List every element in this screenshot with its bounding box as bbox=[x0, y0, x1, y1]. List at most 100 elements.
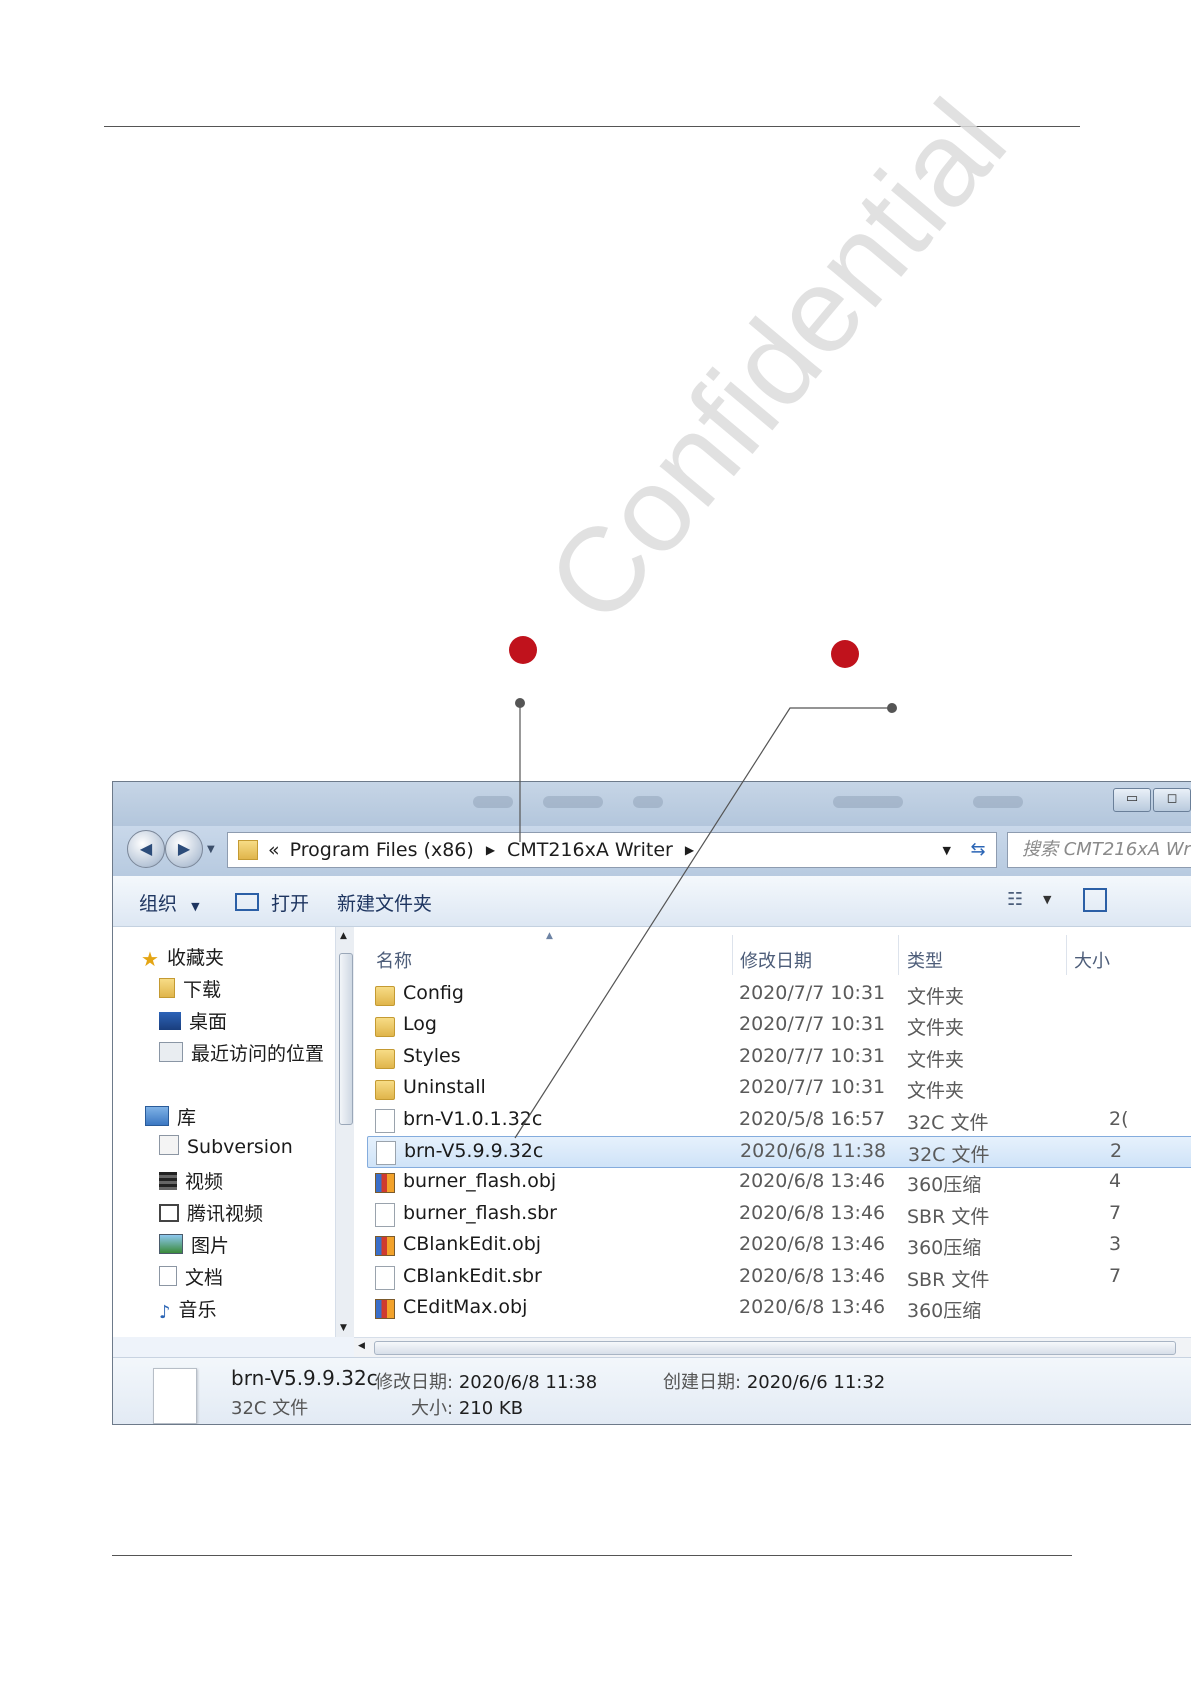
details-pane: brn-V5.9.9.32c 32C 文件 修改日期: 2020/6/8 11:… bbox=[113, 1357, 1191, 1424]
file-row[interactable]: Config 2020/7/7 10:31 文件夹 bbox=[367, 979, 1191, 1009]
breadcrumb-chevron-icon[interactable]: ▶ bbox=[685, 843, 694, 857]
refresh-button[interactable]: ⇆ bbox=[960, 832, 997, 868]
file-row[interactable]: Log 2020/7/7 10:31 文件夹 bbox=[367, 1010, 1191, 1040]
file-name: Styles bbox=[403, 1044, 461, 1067]
file-type: SBR 文件 bbox=[907, 1205, 990, 1228]
new-folder-button[interactable]: 新建文件夹 bbox=[337, 889, 432, 916]
file-date: 2020/6/8 13:46 bbox=[739, 1264, 886, 1287]
nav-label: 文档 bbox=[185, 1267, 224, 1289]
nav-documents[interactable]: 文档 bbox=[159, 1263, 223, 1290]
file-date: 2020/7/7 10:31 bbox=[739, 1044, 886, 1067]
organize-button[interactable]: 组织 ▼ bbox=[139, 889, 200, 916]
nav-label: 图片 bbox=[191, 1235, 230, 1257]
recent-pages-dropdown-icon[interactable]: ▼ bbox=[207, 844, 215, 855]
nav-desktop[interactable]: 桌面 bbox=[159, 1007, 227, 1034]
address-bar[interactable]: « Program Files (x86) ▶ CMT216xA Writer … bbox=[227, 832, 962, 868]
file-row[interactable]: Styles 2020/7/7 10:31 文件夹 bbox=[367, 1042, 1191, 1072]
breadcrumb-item[interactable]: CMT216xA Writer bbox=[507, 839, 673, 861]
details-filename: brn-V5.9.9.32c bbox=[231, 1366, 378, 1390]
maximize-button[interactable]: ◻ bbox=[1153, 788, 1191, 812]
archive-icon bbox=[375, 1236, 395, 1257]
view-dropdown-icon[interactable]: ▼ bbox=[1043, 893, 1051, 906]
folder-icon bbox=[375, 986, 395, 1006]
address-dropdown-icon[interactable]: ▼ bbox=[943, 844, 951, 857]
file-row[interactable]: CBlankEdit.sbr 2020/6/8 13:46 SBR 文件 7 bbox=[367, 1262, 1191, 1292]
view-options-icon[interactable]: ☷ bbox=[1007, 889, 1023, 910]
column-header-name[interactable]: 名称 bbox=[376, 947, 412, 973]
file-name: Log bbox=[403, 1013, 437, 1036]
nav-libraries[interactable]: 库 bbox=[145, 1103, 196, 1130]
open-button[interactable]: 打开 bbox=[235, 889, 309, 916]
file-row[interactable]: brn-V5.9.9.32c 2020/6/8 11:38 32C 文件 2 bbox=[367, 1136, 1191, 1168]
column-header-date[interactable]: 修改日期 bbox=[740, 947, 812, 973]
nav-downloads[interactable]: 下载 bbox=[159, 975, 221, 1002]
nav-pictures[interactable]: 图片 bbox=[159, 1231, 229, 1258]
file-row[interactable]: brn-V1.0.1.32c 2020/5/8 16:57 32C 文件 2( bbox=[367, 1105, 1191, 1135]
file-row[interactable]: burner_flash.sbr 2020/6/8 13:46 SBR 文件 7 bbox=[367, 1199, 1191, 1229]
modified-label: 修改日期: bbox=[375, 1372, 454, 1393]
footer-rule bbox=[112, 1555, 1072, 1556]
preview-pane-icon[interactable] bbox=[1083, 888, 1107, 912]
breadcrumb-item[interactable]: Program Files (x86) bbox=[290, 839, 474, 861]
file-row[interactable]: burner_flash.obj 2020/6/8 13:46 360压缩 4 bbox=[367, 1167, 1191, 1197]
scroll-left-icon[interactable]: ◀ bbox=[358, 1341, 365, 1351]
recent-places-icon bbox=[159, 1042, 183, 1062]
created-value: 2020/6/6 11:32 bbox=[746, 1372, 886, 1393]
file-type: 文件夹 bbox=[907, 1048, 965, 1071]
callout-dot-1 bbox=[515, 698, 525, 708]
nav-tencent-video[interactable]: 腾讯视频 bbox=[159, 1199, 263, 1226]
nav-label: 腾讯视频 bbox=[187, 1203, 264, 1225]
nav-label: Subversion bbox=[187, 1136, 293, 1158]
breadcrumb-overflow[interactable]: « bbox=[268, 839, 280, 861]
file-icon bbox=[376, 1141, 396, 1165]
nav-subversion[interactable]: Subversion bbox=[159, 1135, 293, 1158]
file-row[interactable]: CBlankEdit.obj 2020/6/8 13:46 360压缩 3 bbox=[367, 1230, 1191, 1260]
file-name: burner_flash.obj bbox=[403, 1170, 557, 1193]
callout-dot-2 bbox=[887, 703, 897, 713]
search-input[interactable]: 搜索 CMT216xA Writer bbox=[1007, 832, 1191, 868]
header-rule bbox=[104, 126, 1080, 127]
organize-label: 组织 bbox=[139, 893, 178, 915]
back-button[interactable]: ◀ bbox=[127, 830, 165, 868]
minimize-button[interactable]: ▭ bbox=[1113, 788, 1151, 812]
details-created: 创建日期: 2020/6/6 11:32 bbox=[663, 1368, 885, 1394]
scrollbar-thumb[interactable] bbox=[374, 1341, 1176, 1355]
nav-favorites[interactable]: ★ 收藏夹 bbox=[141, 943, 224, 971]
breadcrumb-chevron-icon[interactable]: ▶ bbox=[486, 843, 495, 857]
library-icon bbox=[145, 1106, 169, 1126]
nav-videos[interactable]: 视频 bbox=[159, 1167, 223, 1194]
file-name: brn-V5.9.9.32c bbox=[404, 1140, 544, 1162]
scroll-down-icon[interactable]: ▼ bbox=[340, 1323, 347, 1333]
file-date: 2020/6/8 11:38 bbox=[740, 1140, 887, 1162]
scroll-up-icon[interactable]: ▲ bbox=[340, 931, 347, 941]
file-type: 文件夹 bbox=[907, 1017, 965, 1040]
details-size: 大小: 210 KB bbox=[411, 1394, 523, 1420]
subversion-icon bbox=[159, 1135, 179, 1155]
nav-recent-places[interactable]: 最近访问的位置 bbox=[159, 1039, 324, 1066]
navigation-scrollbar[interactable]: ▲ ▼ bbox=[335, 927, 354, 1337]
nav-music[interactable]: ♪ 音乐 bbox=[159, 1295, 217, 1323]
file-list: 名称 ▲ 修改日期 类型 大小 Config 2020/7/7 10:31 文件夹 L… bbox=[354, 927, 1191, 1337]
column-header-size[interactable]: 大小 bbox=[1074, 947, 1110, 973]
forward-button[interactable]: ▶ bbox=[165, 830, 203, 868]
file-type: 360压缩 bbox=[907, 1174, 982, 1197]
desktop-icon bbox=[159, 1012, 181, 1030]
nav-label: 视频 bbox=[185, 1171, 224, 1193]
file-date: 2020/6/8 13:46 bbox=[739, 1170, 886, 1193]
file-date: 2020/7/7 10:31 bbox=[739, 982, 886, 1004]
archive-icon bbox=[375, 1299, 395, 1319]
documents-icon bbox=[159, 1266, 177, 1286]
column-header-type[interactable]: 类型 bbox=[907, 947, 943, 973]
file-list-scrollbar[interactable]: ◀ bbox=[354, 1337, 1191, 1358]
modified-value: 2020/6/8 11:38 bbox=[458, 1372, 598, 1393]
file-row[interactable]: Uninstall 2020/7/7 10:31 文件夹 bbox=[367, 1073, 1191, 1103]
pictures-icon bbox=[159, 1234, 183, 1254]
sort-arrow-icon: ▲ bbox=[546, 931, 553, 941]
chevron-down-icon: ▼ bbox=[191, 900, 200, 913]
details-modified: 修改日期: 2020/6/8 11:38 bbox=[375, 1368, 597, 1394]
file-icon bbox=[375, 1202, 395, 1227]
file-row[interactable]: CEditMax.obj 2020/6/8 13:46 360压缩 bbox=[367, 1293, 1191, 1323]
file-icon bbox=[153, 1368, 197, 1424]
scrollbar-thumb[interactable] bbox=[339, 953, 353, 1125]
star-icon: ★ bbox=[141, 947, 159, 971]
